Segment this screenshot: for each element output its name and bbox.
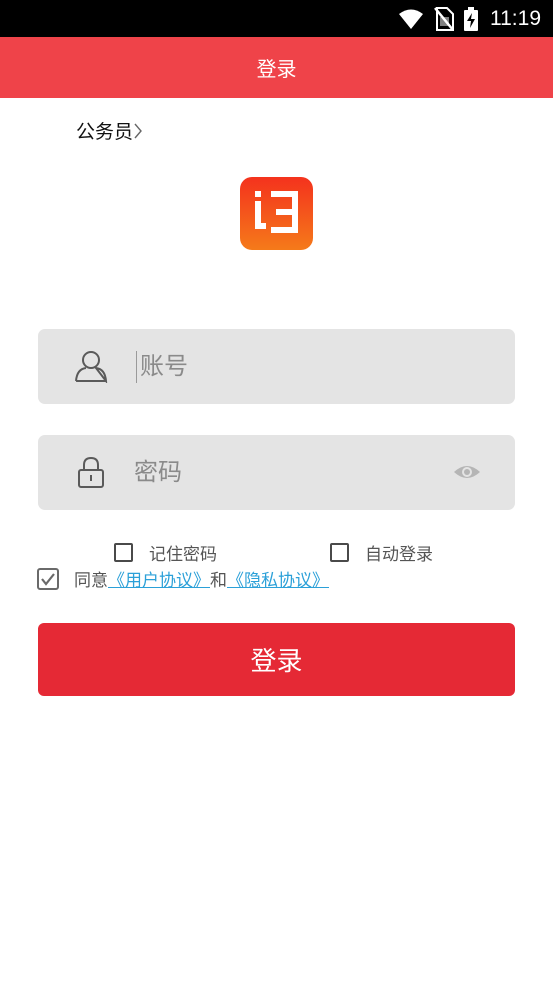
agreement-row: 同意 《用户协议》 和 《隐私协议》 [37, 566, 329, 591]
remember-password-label: 记住密码 [149, 545, 217, 565]
auto-login-label: 自动登录 [365, 545, 433, 565]
lock-icon [78, 456, 104, 488]
status-icons: 11:19 [398, 0, 541, 37]
agreement-checkbox[interactable] [37, 567, 59, 590]
wifi-icon [399, 9, 423, 29]
no-sim-icon [434, 6, 454, 31]
user-agreement-link[interactable]: 《用户协议》 [108, 566, 210, 591]
role-selector[interactable]: 公务员 [76, 117, 143, 144]
chevron-right-icon [134, 123, 142, 138]
agreement-conjunction: 和 [210, 571, 227, 591]
page-title: 登录 [256, 57, 297, 81]
auto-login-option[interactable]: 自动登录 [330, 540, 433, 565]
status-bar: 11:19 [0, 0, 553, 37]
app-header: 登录 [0, 37, 553, 98]
login-button[interactable]: 登录 [38, 623, 515, 696]
user-icon [75, 351, 108, 383]
text-caret [136, 351, 137, 383]
password-field [38, 435, 515, 510]
agreement-prefix: 同意 [74, 571, 108, 591]
battery-charging-icon [464, 6, 478, 31]
password-input[interactable] [134, 449, 434, 495]
app-logo-icon [240, 177, 313, 250]
eye-icon[interactable] [453, 460, 481, 484]
remember-password-checkbox[interactable] [114, 543, 133, 562]
role-label: 公务员 [76, 121, 134, 143]
auto-login-checkbox[interactable] [330, 543, 349, 562]
status-time: 11:19 [490, 6, 541, 30]
account-field [38, 329, 515, 404]
privacy-policy-link[interactable]: 《隐私协议》 [227, 566, 329, 591]
remember-password-option[interactable]: 记住密码 [114, 540, 217, 565]
account-input[interactable] [140, 343, 440, 389]
